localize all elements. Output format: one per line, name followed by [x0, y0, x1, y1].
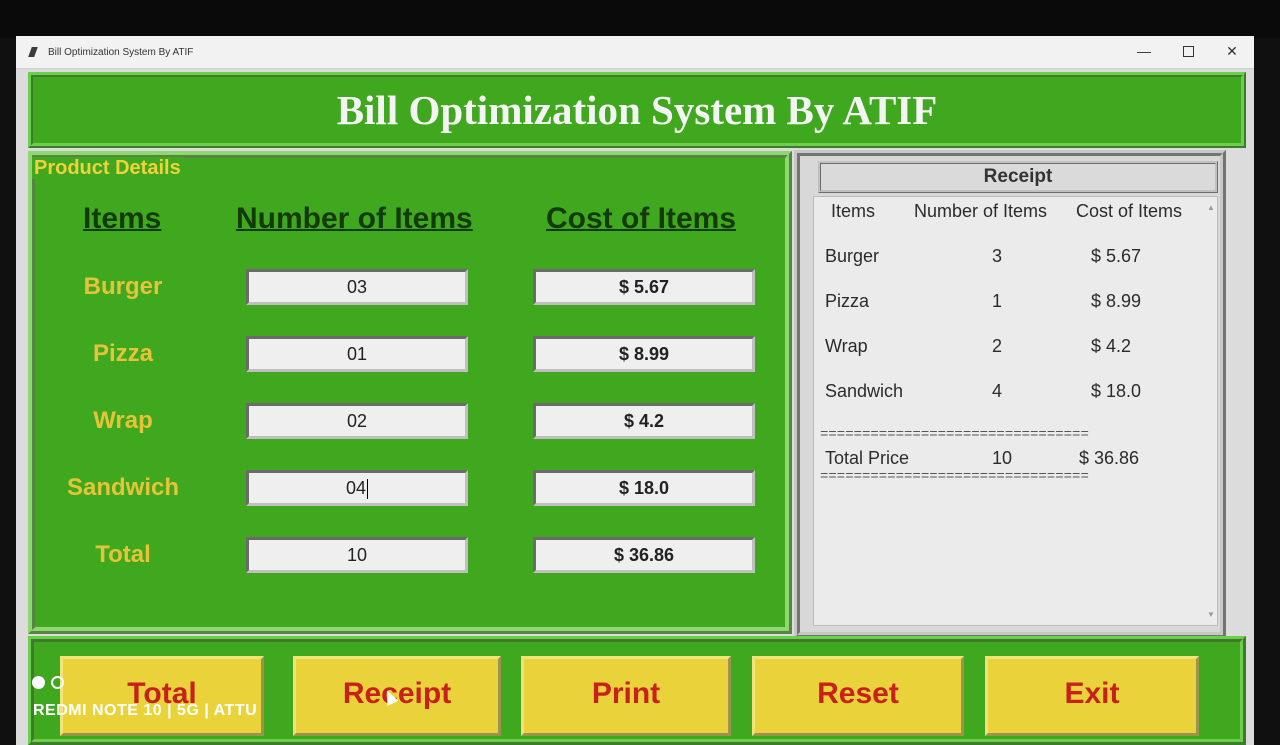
receipt-line-cost: $ 4.2 — [1091, 336, 1132, 356]
camera-dots — [32, 676, 70, 694]
number-column-header: Number of Items — [236, 202, 473, 235]
burger-label: Burger — [83, 273, 163, 300]
items-column-header: Items — [83, 202, 162, 235]
maximize-icon — [1182, 46, 1194, 57]
title-bar: Bill Optimization System By ATIF — ✕ — [16, 36, 1254, 69]
dot-filled-icon — [32, 676, 45, 689]
print-button[interactable]: Print — [521, 656, 731, 736]
wrap-label: Wrap — [93, 407, 153, 434]
receipt-line-item: Pizza — [825, 291, 870, 311]
receipt-button[interactable]: Receipt — [293, 656, 501, 736]
wrap-cost-field[interactable]: $ 4.2 — [533, 403, 755, 439]
receipt-line-qty: 2 — [992, 336, 1003, 356]
receipt-line-cost: $ 8.99 — [1091, 291, 1142, 311]
receipt-total-label: Total Price — [825, 448, 910, 468]
receipt-text-area[interactable]: Items Number of Items Cost of Items Burg… — [813, 196, 1218, 626]
close-button[interactable]: ✕ — [1210, 38, 1254, 64]
header-banner: Bill Optimization System By ATIF — [28, 72, 1246, 148]
receipt-total-qty: 10 — [992, 448, 1013, 468]
receipt-header-cost: Cost of Items — [1076, 201, 1183, 221]
total-label: Total — [95, 541, 151, 568]
feather-icon — [28, 47, 38, 57]
receipt-title: Receipt — [818, 161, 1218, 193]
exit-button[interactable]: Exit — [985, 656, 1199, 736]
dot-ring-icon — [51, 676, 64, 689]
app-window: Bill Optimization System By ATIF — ✕ Bil… — [16, 36, 1254, 745]
wrap-quantity-input[interactable]: 02 — [246, 403, 468, 439]
maximize-button[interactable] — [1166, 38, 1210, 64]
sandwich-cost-field[interactable]: $ 18.0 — [533, 470, 755, 506]
window-title: Bill Optimization System By ATIF — [48, 47, 194, 58]
receipt-line-cost: $ 18.0 — [1091, 381, 1142, 401]
receipt-line-item: Sandwich — [825, 381, 904, 401]
receipt-line-item: Burger — [825, 246, 880, 266]
receipt-header-number: Number of Items — [914, 201, 1048, 221]
camera-watermark: REDMI NOTE 10 | 5G | ATTU — [33, 702, 258, 719]
screen-bezel — [0, 0, 1280, 38]
receipt-line-qty: 1 — [992, 291, 1003, 311]
scroll-down-icon[interactable]: ▼ — [1207, 610, 1215, 619]
app-heading: Bill Optimization System By ATIF — [336, 87, 938, 133]
scroll-up-icon[interactable]: ▲ — [1207, 203, 1215, 212]
cost-column-header: Cost of Items — [546, 202, 737, 235]
total-button[interactable]: Total — [60, 656, 264, 736]
reset-button[interactable]: Reset — [752, 656, 964, 736]
burger-quantity-input[interactable]: 03 — [246, 269, 468, 305]
receipt-total-cost: $ 36.86 — [1079, 448, 1140, 468]
receipt-line-cost: $ 5.67 — [1091, 246, 1142, 266]
total-quantity-input[interactable]: 10 — [246, 537, 468, 573]
burger-cost-field[interactable]: $ 5.67 — [533, 269, 755, 305]
pizza-quantity-input[interactable]: 01 — [246, 336, 468, 372]
receipt-separator: ================================ — [820, 469, 1089, 485]
sandwich-quantity-input[interactable]: 04 — [246, 470, 468, 506]
receipt-line-qty: 3 — [992, 246, 1003, 266]
receipt-line-item: Wrap — [825, 336, 868, 356]
receipt-header-items: Items — [831, 201, 876, 221]
receipt-line-qty: 4 — [992, 381, 1003, 401]
pizza-label: Pizza — [92, 340, 154, 367]
product-details-legend: Product Details — [32, 157, 183, 179]
pizza-cost-field[interactable]: $ 8.99 — [533, 336, 755, 372]
sandwich-quantity-value: 04 — [345, 478, 367, 498]
sandwich-label: Sandwich — [66, 474, 180, 501]
total-cost-field[interactable]: $ 36.86 — [533, 537, 755, 573]
text-caret — [367, 479, 369, 500]
receipt-separator: ================================ — [820, 427, 1089, 443]
minimize-button[interactable]: — — [1122, 38, 1166, 64]
